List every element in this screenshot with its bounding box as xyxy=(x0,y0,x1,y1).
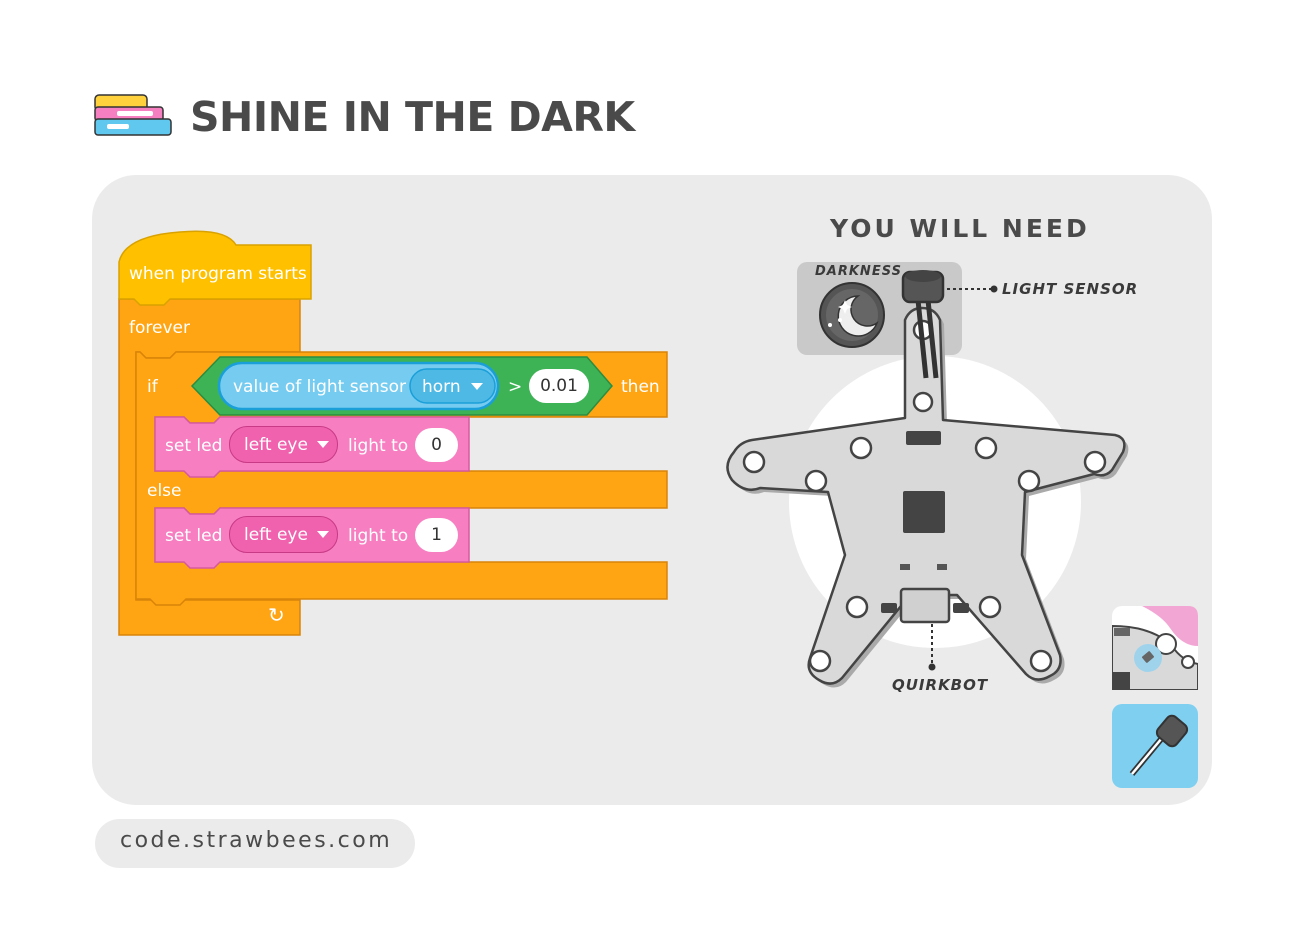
forever-label: forever xyxy=(129,318,190,338)
else-led-target-dropdown[interactable]: left eye xyxy=(229,516,338,553)
then-light-value-input[interactable]: 0 xyxy=(415,428,458,462)
quirkbot-illustration xyxy=(726,262,1129,688)
comparison-operator-symbol: > xyxy=(508,377,523,397)
else-led-target-value: left eye xyxy=(244,524,308,545)
then-led-target-dropdown[interactable]: left eye xyxy=(229,426,338,463)
strawbees-blocks-logo-icon xyxy=(94,94,172,136)
light-sensor-label: LIGHT SENSOR xyxy=(1002,280,1139,298)
else-light-value: 1 xyxy=(431,525,442,545)
moon-icon xyxy=(819,282,885,348)
then-set-led-label: set led xyxy=(165,436,223,456)
then-light-to-label: light to xyxy=(348,436,409,456)
light-sensor-reporter-label: value of light sensor xyxy=(233,377,407,397)
darkness-label: DARKNESS xyxy=(815,264,902,279)
quirkbot-label: QUIRKBOT xyxy=(892,676,989,694)
then-label: then xyxy=(621,377,660,397)
hat-block-label: when program starts xyxy=(129,264,307,284)
program-blocks-canvas xyxy=(118,230,668,636)
footer-url[interactable]: code.strawbees.com xyxy=(120,828,392,853)
page-title: SHINE IN THE DARK xyxy=(190,93,635,141)
loop-arrow-icon: ↻ xyxy=(268,603,285,627)
then-led-target-value: left eye xyxy=(244,434,308,455)
quirkbot-closeup-thumbnail xyxy=(1112,606,1198,690)
threshold-value: 0.01 xyxy=(540,376,578,396)
light-sensor-thumbnail xyxy=(1112,704,1198,788)
then-light-value: 0 xyxy=(431,435,442,455)
if-label: if xyxy=(147,377,158,397)
else-set-led-label: set led xyxy=(165,526,223,546)
requirements-title: YOU WILL NEED xyxy=(830,214,1090,243)
else-light-value-input[interactable]: 1 xyxy=(415,518,458,552)
chevron-down-icon xyxy=(316,441,329,448)
sensor-port-chevron-down-icon[interactable] xyxy=(471,383,483,390)
else-light-to-label: light to xyxy=(348,526,409,546)
chevron-down-icon xyxy=(316,531,329,538)
else-label: else xyxy=(147,481,182,501)
threshold-input[interactable]: 0.01 xyxy=(529,369,589,403)
sensor-port-value[interactable]: horn xyxy=(422,377,461,397)
